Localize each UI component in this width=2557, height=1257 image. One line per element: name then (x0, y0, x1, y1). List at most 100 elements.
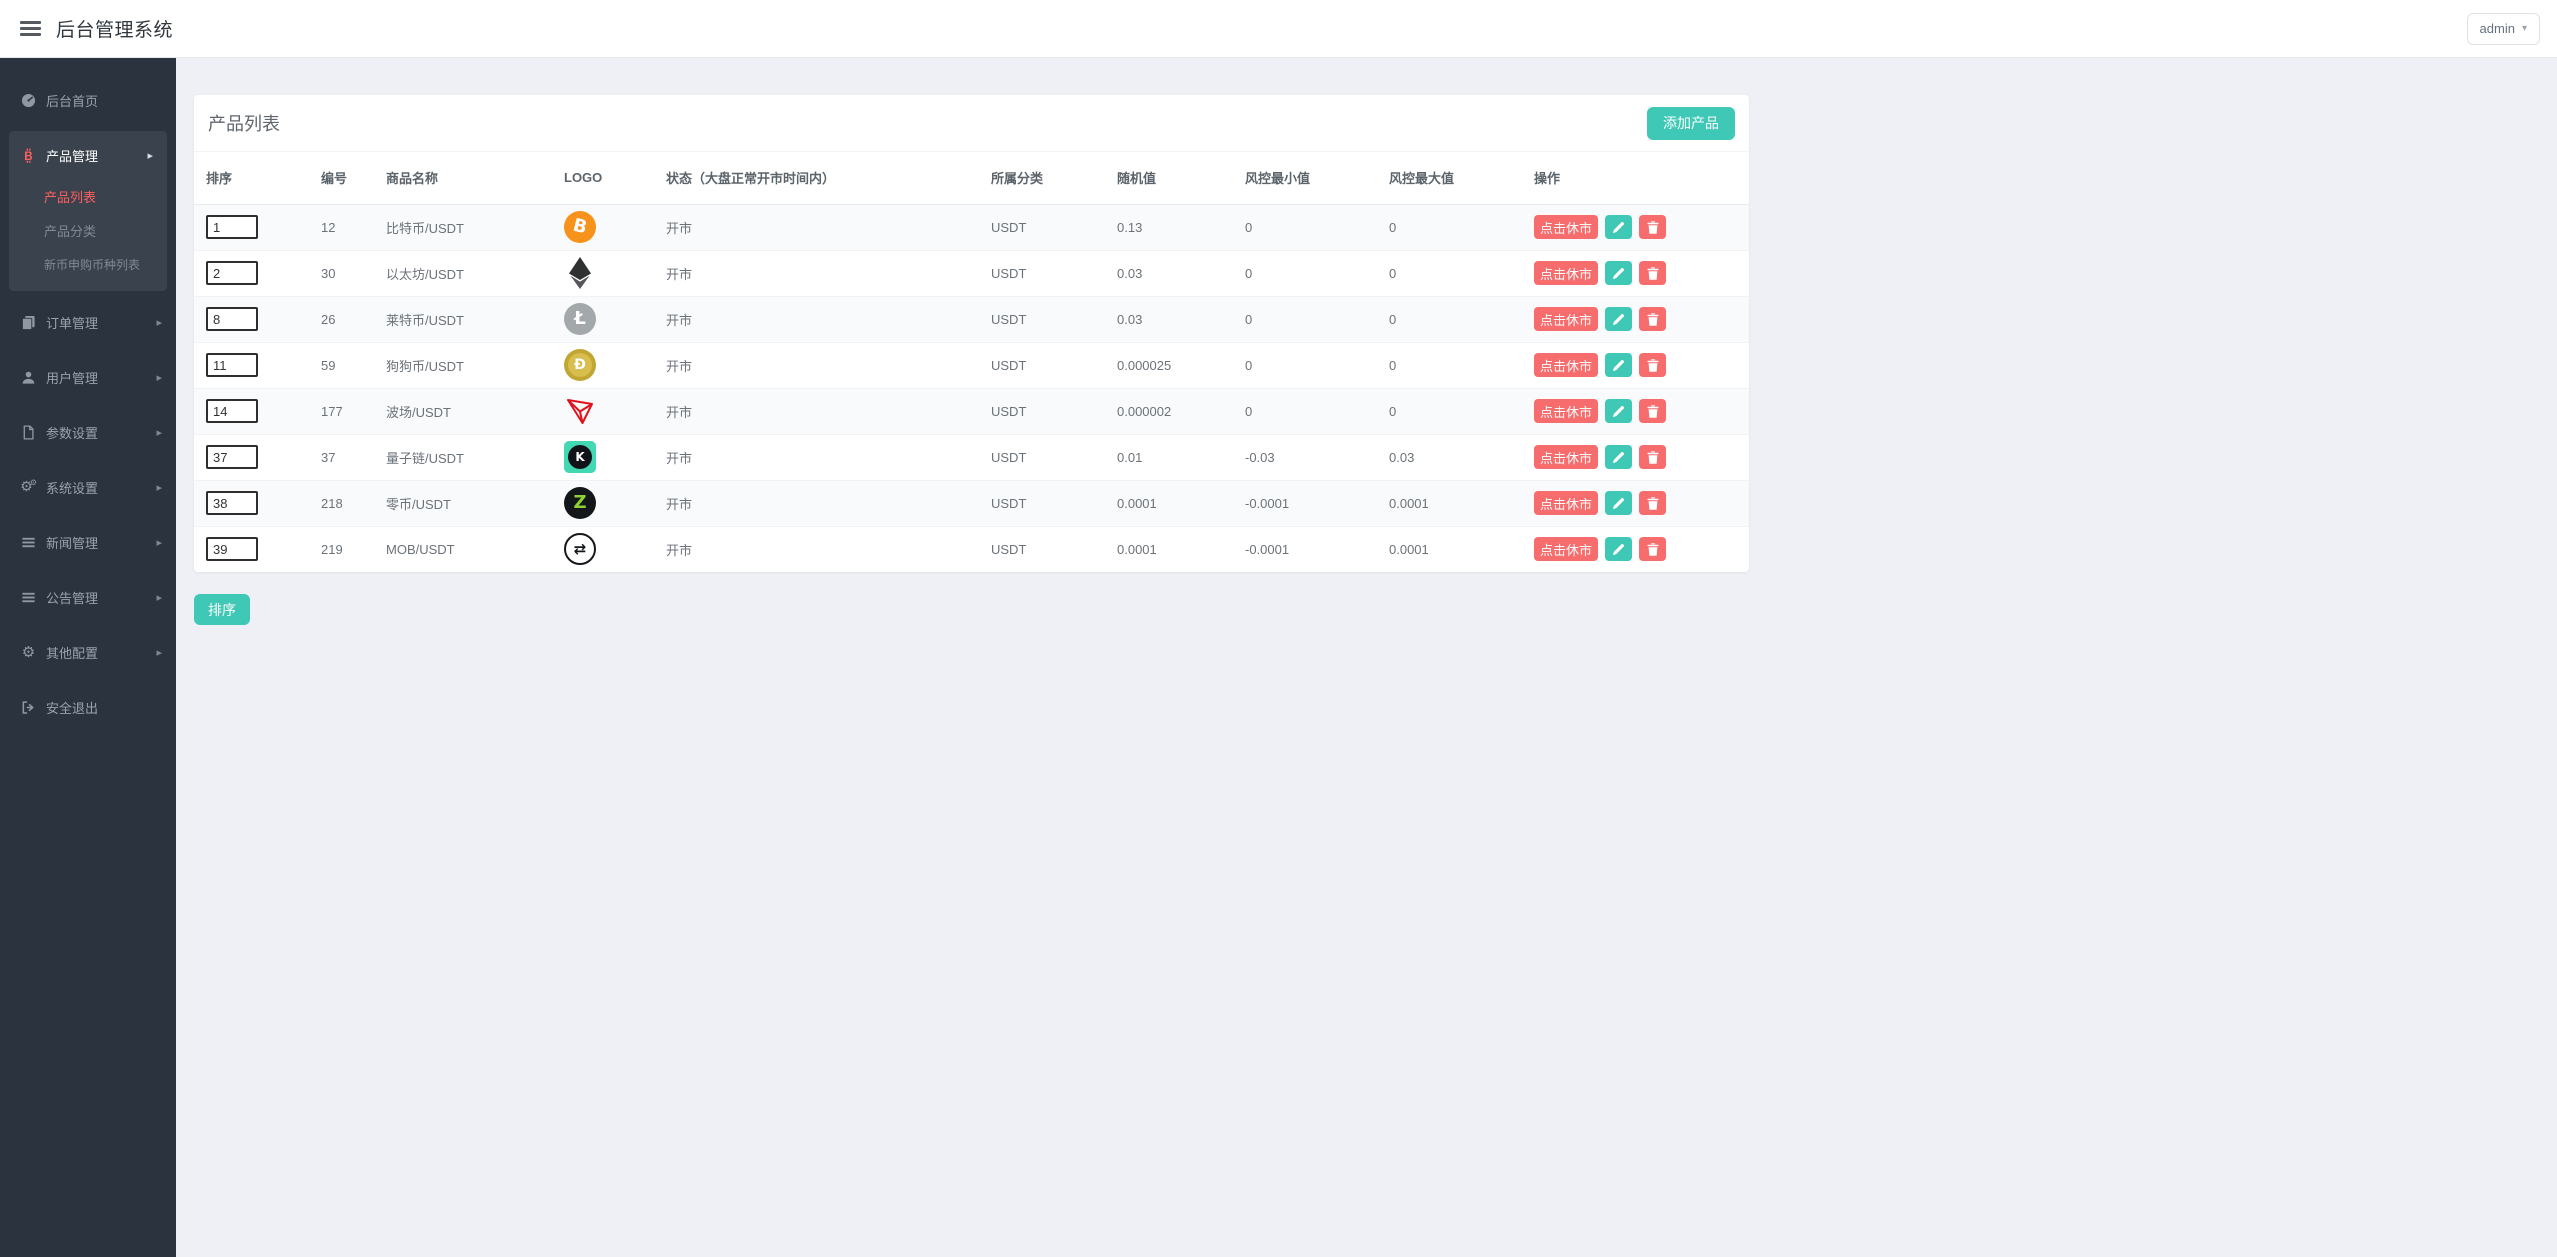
sidebar-item-label: 产品管理 (46, 148, 99, 164)
sort-submit-button[interactable]: 排序 (194, 594, 250, 625)
chevron-right-icon: ▸ (156, 425, 162, 439)
code-cell: 218 (309, 480, 374, 527)
close-market-button[interactable]: 点击休市 (1534, 307, 1599, 331)
edit-button[interactable] (1605, 307, 1633, 331)
sidebar-item-product-list[interactable]: 产品列表 (9, 179, 167, 213)
code-cell: 219 (321, 541, 343, 557)
close-market-button[interactable]: 点击休市 (1534, 215, 1599, 239)
orders-icon (20, 315, 37, 330)
user-menu[interactable]: admin ▾ (2466, 12, 2540, 45)
sidebar-item-orders[interactable]: 订单管理 ▸ (0, 298, 176, 346)
edit-button[interactable] (1605, 537, 1633, 562)
product-table: 排序 编号 商品名称 LOGO 状态（大盘正常开市时间内） 所属分类 随机值 风… (194, 152, 1749, 572)
delete-button[interactable] (1639, 353, 1667, 377)
status-cell: 开市 (654, 296, 979, 343)
trash-icon (1647, 404, 1659, 418)
table-row: 218 零币/USDT Z 开市 USDT 0.0001 -0.0001 0.0… (194, 480, 1749, 527)
edit-button[interactable] (1605, 445, 1633, 469)
edit-button[interactable] (1605, 261, 1633, 285)
edit-button[interactable] (1605, 353, 1633, 377)
sort-input[interactable] (206, 215, 258, 239)
close-market-button[interactable]: 点击休市 (1534, 491, 1599, 515)
logo-cell: B (552, 204, 654, 251)
table-header-row: 排序 编号 商品名称 LOGO 状态（大盘正常开市时间内） 所属分类 随机值 风… (194, 152, 1749, 205)
risk-min-cell: 0 (1233, 388, 1377, 435)
trash-icon (1647, 358, 1659, 372)
random-value-cell: 0.000025 (1105, 342, 1233, 389)
sidebar: 后台首页 B 产品管理 ▸ 产品列表 产品分类 新币申购币种列表 订单管理 ▸ (0, 58, 176, 1257)
risk-max-cell: 0 (1377, 388, 1522, 435)
delete-button[interactable] (1639, 215, 1667, 239)
logo-cell (552, 388, 654, 435)
sidebar-item-other-config[interactable]: ⚙ 其他配置 ▸ (0, 628, 176, 676)
actions-cell: 点击休市 (1522, 296, 1749, 343)
trash-icon (1647, 542, 1659, 556)
sidebar-item-users[interactable]: 用户管理 ▸ (0, 353, 176, 401)
sidebar-item-product-management[interactable]: B 产品管理 ▸ (9, 131, 167, 179)
logo-cell (552, 250, 654, 297)
table-row: 26 莱特币/USDT Ł 开市 USDT 0.03 0 0 点击休市 (194, 296, 1749, 343)
sidebar-item-product-category[interactable]: 产品分类 (9, 213, 167, 247)
sort-input[interactable] (206, 491, 258, 515)
close-market-button[interactable]: 点击休市 (1534, 537, 1599, 562)
status-cell: 开市 (654, 250, 979, 297)
sidebar-item-system-settings[interactable]: ⚙ ⚙ 系统设置 ▸ (0, 463, 176, 511)
sort-input[interactable] (206, 261, 258, 285)
chevron-right-icon: ▸ (156, 590, 162, 604)
status-cell: 开市 (654, 480, 979, 527)
random-value-cell: 0.03 (1105, 296, 1233, 343)
sidebar-item-dashboard[interactable]: 后台首页 (0, 76, 176, 124)
sort-input[interactable] (206, 353, 258, 377)
category-cell: USDT (991, 541, 1027, 557)
sidebar-item-announcements[interactable]: 公告管理 ▸ (0, 573, 176, 621)
sidebar-item-parameters[interactable]: 参数设置 ▸ (0, 408, 176, 456)
edit-button[interactable] (1605, 491, 1633, 515)
sort-input[interactable] (206, 537, 258, 562)
sidebar-item-logout[interactable]: 安全退出 (0, 683, 176, 731)
edit-button[interactable] (1605, 399, 1633, 423)
delete-button[interactable] (1639, 491, 1667, 515)
pencil-icon (1612, 451, 1625, 463)
zcash-logo: Z (564, 487, 596, 519)
close-market-button[interactable]: 点击休市 (1534, 445, 1599, 469)
sidebar-item-label: 参数设置 (46, 425, 99, 441)
sidebar-item-label: 系统设置 (46, 480, 99, 496)
delete-button[interactable] (1639, 261, 1667, 285)
main-content: 产品列表 添加产品 排序 编号 商品名称 LOGO 状态（大盘正常开市时间内） … (176, 58, 2557, 1257)
sidebar-item-label: 订单管理 (46, 315, 99, 331)
bitcoin-icon: B (20, 148, 37, 163)
add-product-button[interactable]: 添加产品 (1647, 106, 1735, 140)
delete-button[interactable] (1639, 445, 1667, 469)
product-name-cell: 零币/USDT (374, 480, 552, 527)
sidebar-item-news[interactable]: 新闻管理 ▸ (0, 518, 176, 566)
product-table-body: 12 比特币/USDT B 开市 USDT 0.13 0 0 点击休市 30 以… (194, 204, 1749, 572)
risk-min-cell: 0 (1233, 342, 1377, 389)
sort-input[interactable] (206, 445, 258, 469)
delete-button[interactable] (1639, 537, 1667, 562)
chevron-right-icon: ▸ (147, 148, 153, 162)
risk-min-cell: -0.0001 (1233, 480, 1377, 527)
close-market-button[interactable]: 点击休市 (1534, 399, 1599, 423)
logo-cell: K (552, 434, 654, 481)
code-cell: 177 (309, 388, 374, 435)
risk-min-cell: 0 (1233, 296, 1377, 343)
menu-toggle-icon[interactable] (20, 21, 41, 36)
pencil-icon (1612, 267, 1625, 279)
table-row: 219 MOB/USDT ⇄ 开市 USDT 0.0001 -0.0001 0.… (194, 526, 1749, 572)
delete-button[interactable] (1639, 399, 1667, 423)
sidebar-item-new-coin-list[interactable]: 新币申购币种列表 (9, 247, 167, 281)
sidebar-item-label: 其他配置 (46, 645, 99, 661)
svg-text:B: B (24, 150, 32, 163)
risk-min-cell: 0 (1233, 204, 1377, 251)
sort-input[interactable] (206, 307, 258, 331)
sort-input[interactable] (206, 399, 258, 423)
edit-button[interactable] (1605, 215, 1633, 239)
delete-button[interactable] (1639, 307, 1667, 331)
sort-cell (194, 480, 309, 527)
close-market-button[interactable]: 点击休市 (1534, 353, 1599, 377)
sidebar-item-label: 后台首页 (46, 93, 99, 109)
risk-min-cell: -0.0001 (1245, 541, 1290, 557)
risk-max-cell: 0 (1377, 296, 1522, 343)
pencil-icon (1612, 497, 1625, 509)
close-market-button[interactable]: 点击休市 (1534, 261, 1599, 285)
